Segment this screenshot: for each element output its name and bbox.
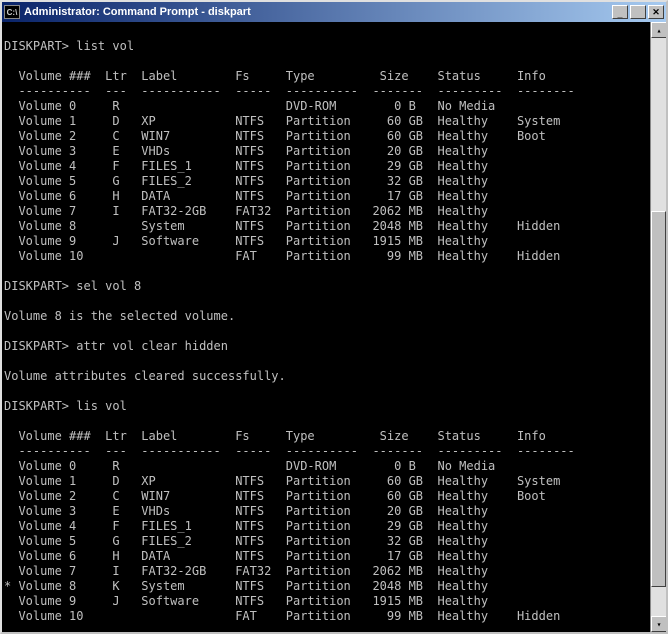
window-title: Administrator: Command Prompt - diskpart [24, 6, 612, 18]
terminal-output[interactable]: DISKPART> list vol Volume ### Ltr Label … [2, 22, 650, 632]
command-prompt-window: C:\ Administrator: Command Prompt - disk… [0, 0, 668, 634]
titlebar[interactable]: C:\ Administrator: Command Prompt - disk… [2, 2, 666, 22]
close-button[interactable]: ✕ [648, 5, 664, 19]
scroll-down-button[interactable]: ▾ [651, 616, 666, 632]
vertical-scrollbar[interactable]: ▴ ▾ [650, 22, 666, 632]
cmd-icon: C:\ [4, 5, 20, 19]
scrollbar-track[interactable] [651, 38, 666, 616]
maximize-button[interactable] [630, 5, 646, 19]
scroll-up-button[interactable]: ▴ [651, 22, 666, 38]
content-area: DISKPART> list vol Volume ### Ltr Label … [2, 22, 666, 632]
window-controls: _ ✕ [612, 5, 664, 19]
scrollbar-thumb[interactable] [651, 211, 666, 587]
minimize-button[interactable]: _ [612, 5, 628, 19]
